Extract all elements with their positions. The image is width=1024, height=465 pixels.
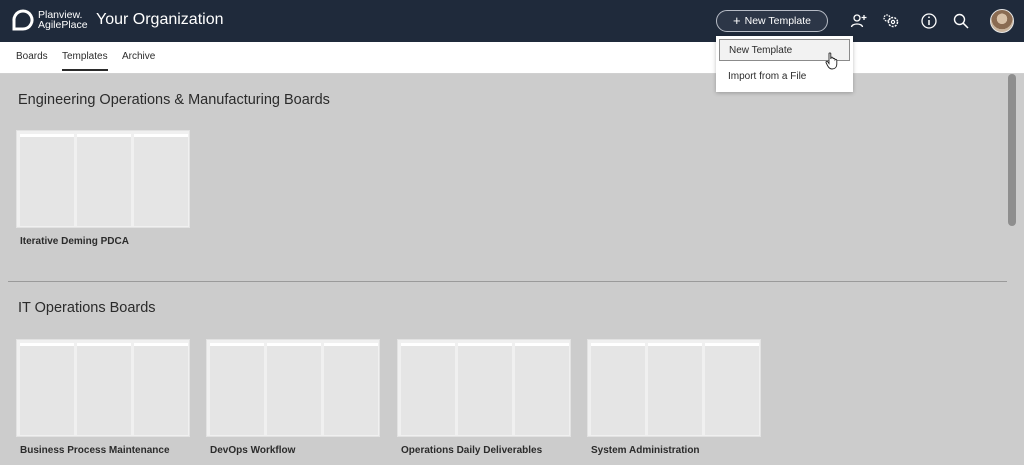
new-template-button-label: New Template xyxy=(744,15,811,27)
board-lane xyxy=(515,343,569,435)
template-card-system-administration[interactable] xyxy=(587,339,761,437)
template-card-devops-workflow[interactable] xyxy=(206,339,380,437)
plus-icon: + xyxy=(733,13,741,28)
board-lane xyxy=(648,343,702,435)
template-name[interactable]: Operations Daily Deliverables xyxy=(401,445,542,456)
board-lane xyxy=(324,343,378,435)
templates-subnav: Boards Templates Archive xyxy=(0,42,1024,74)
vertical-scrollbar[interactable] xyxy=(1008,74,1016,226)
board-lane xyxy=(77,343,131,435)
template-card-operations-daily-deliverables[interactable] xyxy=(397,339,571,437)
tab-boards[interactable]: Boards xyxy=(16,51,48,62)
info-icon[interactable] xyxy=(920,12,938,30)
board-lane xyxy=(458,343,512,435)
board-lane xyxy=(20,134,74,226)
template-card-business-process-maintenance[interactable] xyxy=(16,339,190,437)
top-bar: Planview. AgilePlace Your Organization +… xyxy=(0,0,1024,42)
organization-title: Your Organization xyxy=(96,11,224,28)
board-lane xyxy=(77,134,131,226)
section-divider xyxy=(8,281,1007,282)
template-name[interactable]: DevOps Workflow xyxy=(210,445,295,456)
search-icon[interactable] xyxy=(952,12,970,30)
logo-line-2: AgilePlace xyxy=(38,19,88,31)
logo-text: Planview. AgilePlace xyxy=(38,10,88,31)
board-lane xyxy=(210,343,264,435)
section-title-it-operations: IT Operations Boards xyxy=(18,300,156,316)
add-user-icon[interactable] xyxy=(850,12,868,30)
board-lane xyxy=(401,343,455,435)
template-name[interactable]: System Administration xyxy=(591,445,700,456)
tab-archive[interactable]: Archive xyxy=(122,51,155,62)
board-lane xyxy=(267,343,321,435)
template-name[interactable]: Iterative Deming PDCA xyxy=(20,236,129,247)
planview-logo[interactable]: Planview. AgilePlace xyxy=(12,9,88,31)
user-avatar[interactable] xyxy=(990,9,1014,33)
board-lane xyxy=(20,343,74,435)
section-title-engineering: Engineering Operations & Manufacturing B… xyxy=(18,92,330,108)
new-template-button[interactable]: + New Template xyxy=(716,10,828,32)
hand-pointer-cursor-icon xyxy=(825,52,838,70)
board-lane xyxy=(134,343,188,435)
board-lane xyxy=(705,343,759,435)
tab-templates[interactable]: Templates xyxy=(62,51,108,71)
template-name[interactable]: Business Process Maintenance xyxy=(20,445,170,456)
settings-cog-icon[interactable] xyxy=(882,12,900,30)
planview-logo-icon xyxy=(12,9,34,31)
board-lane xyxy=(134,134,188,226)
template-card-iterative-deming-pdca[interactable] xyxy=(16,130,190,228)
board-lane xyxy=(591,343,645,435)
